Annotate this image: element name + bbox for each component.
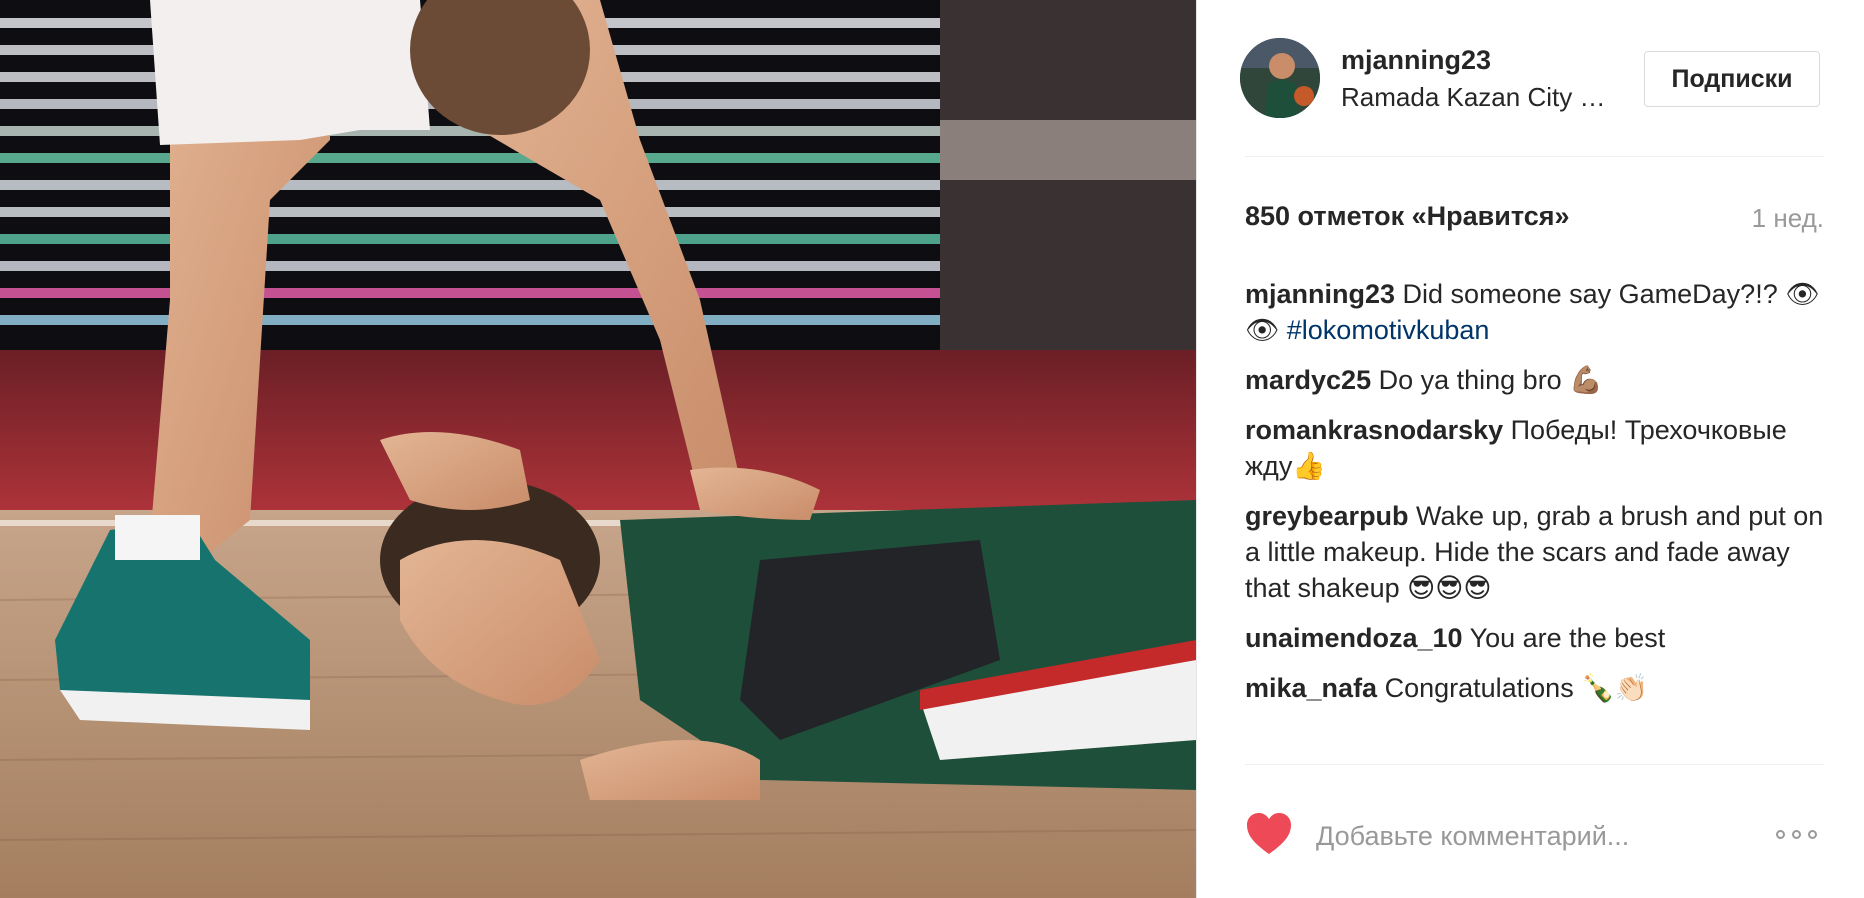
comment-text: Do ya thing bro 💪🏽 [1371, 365, 1603, 395]
comment-text: Congratulations 🍾👏🏻 [1377, 673, 1649, 703]
comment-text: You are the best [1462, 623, 1666, 653]
comment-username[interactable]: mika_nafa [1245, 673, 1377, 703]
heart-icon[interactable] [1245, 812, 1293, 856]
comment-item: greybearpub Wake up, grab a brush and pu… [1245, 498, 1825, 606]
likes-count[interactable]: 850 отметок «Нравится» [1245, 201, 1569, 232]
hashtag-link[interactable]: #lokomotivkuban [1287, 315, 1490, 345]
dot-icon [1776, 829, 1785, 839]
comment-item: mika_nafa Congratulations 🍾👏🏻 [1245, 670, 1825, 706]
more-options-icon[interactable] [1776, 824, 1824, 844]
comment-username[interactable]: romankrasnodarsky [1245, 415, 1503, 445]
footer-divider [1245, 764, 1824, 765]
post-username[interactable]: mjanning23 [1341, 45, 1491, 76]
dot-icon [1808, 829, 1817, 839]
comment-username[interactable]: mjanning23 [1245, 279, 1395, 309]
comment-item: romankrasnodarsky Победы! Трехочковые жд… [1245, 412, 1825, 484]
following-button[interactable]: Подписки [1644, 51, 1820, 107]
heart-icon-graphic [1247, 813, 1291, 854]
post-location[interactable]: Ramada Kazan City Center [1341, 82, 1606, 113]
comment-username[interactable]: greybearpub [1245, 501, 1409, 531]
add-comment-input[interactable] [1314, 815, 1718, 857]
post-sidebar: mjanning23 Ramada Kazan City Center Подп… [1196, 0, 1864, 898]
comments-list: mjanning23 Did someone say GameDay?!? 👁👁… [1245, 276, 1825, 720]
dot-icon [1792, 829, 1801, 839]
comment-username[interactable]: unaimendoza_10 [1245, 623, 1463, 653]
comment-username[interactable]: mardyc25 [1245, 365, 1371, 395]
post-time[interactable]: 1 нед. [1752, 203, 1824, 234]
comment-item: mardyc25 Do ya thing bro 💪🏽 [1245, 362, 1825, 398]
comment-item: mjanning23 Did someone say GameDay?!? 👁👁… [1245, 276, 1825, 348]
avatar-image [1240, 38, 1320, 118]
comment-item: unaimendoza_10 You are the best [1245, 620, 1825, 656]
header-divider [1245, 156, 1824, 157]
avatar[interactable] [1240, 38, 1320, 118]
post-photo[interactable] [0, 0, 1196, 898]
post-image [0, 0, 1196, 898]
